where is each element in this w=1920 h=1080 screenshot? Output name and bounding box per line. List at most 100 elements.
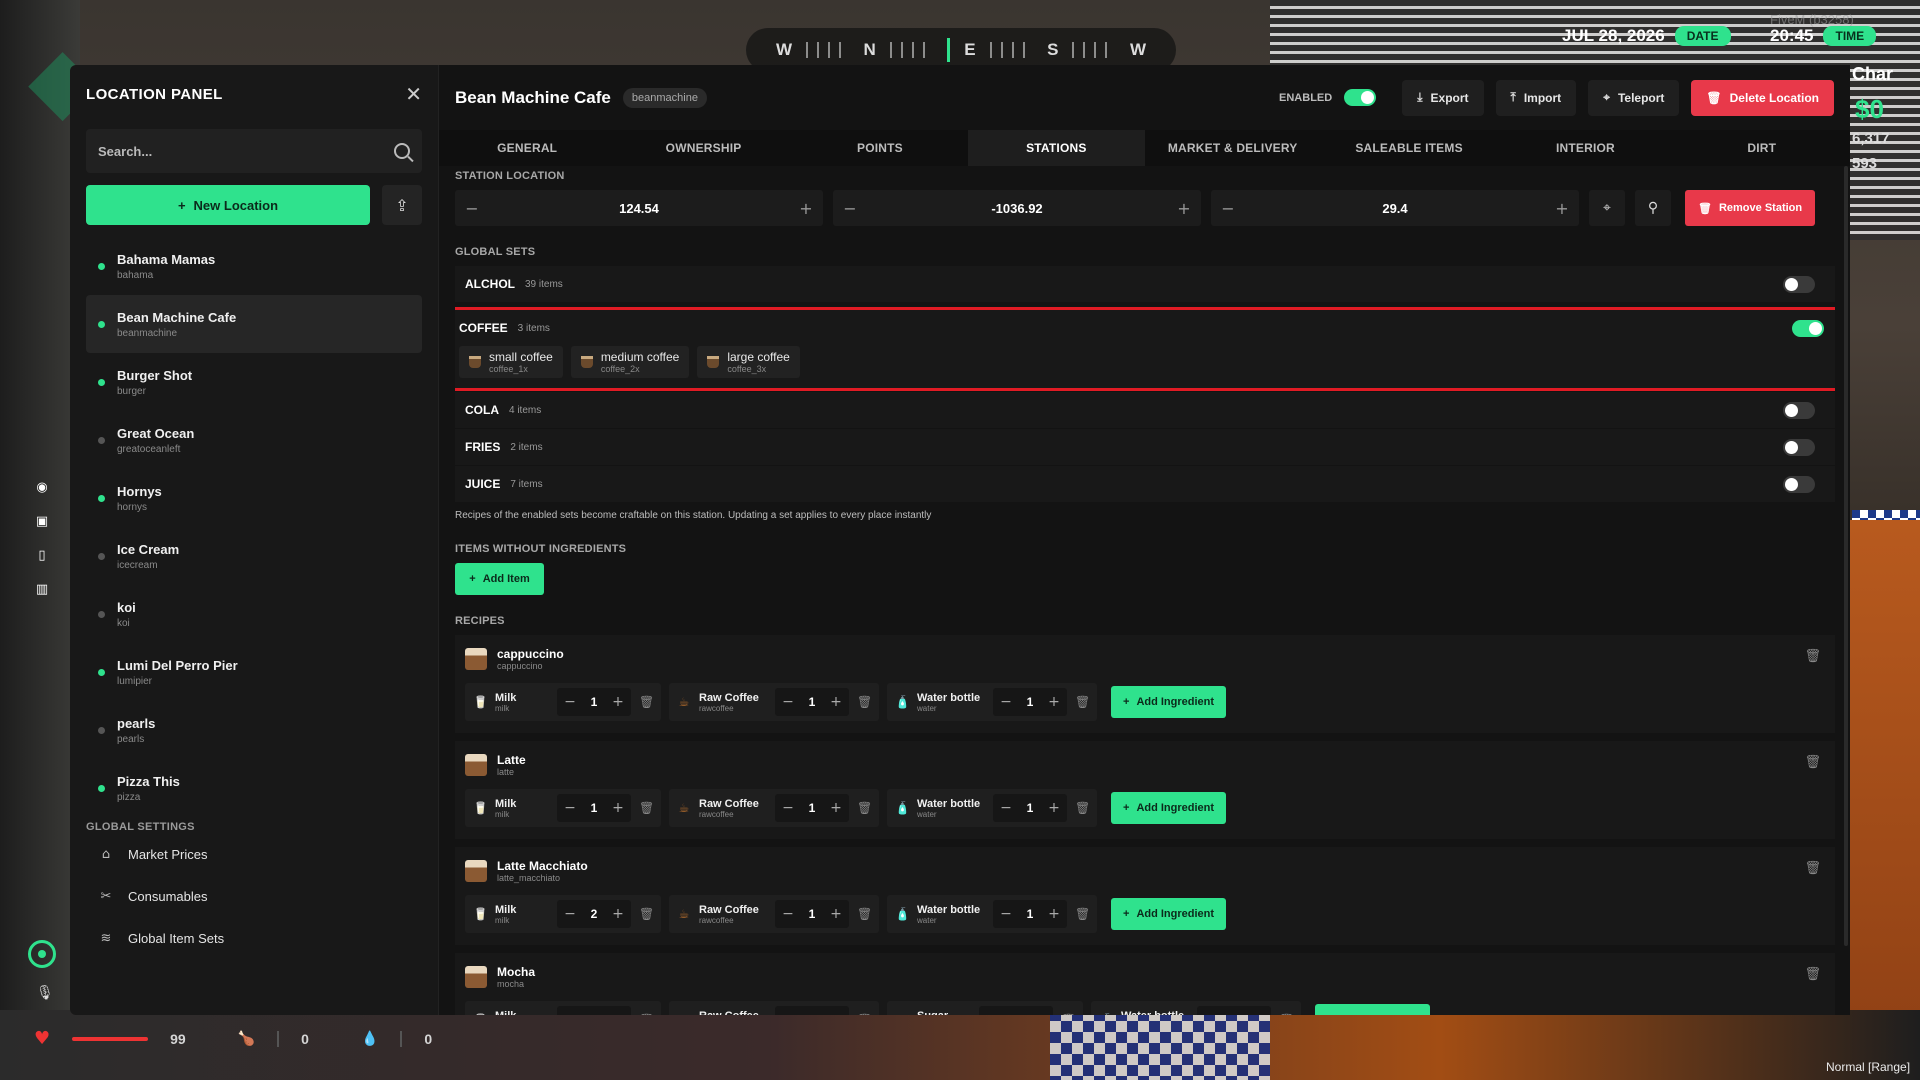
decrement-button[interactable]: − <box>557 906 583 922</box>
z-increment[interactable]: + <box>1545 199 1579 218</box>
trash-icon[interactable]: 🗑 <box>1075 801 1090 815</box>
quantity-value[interactable]: 1 <box>801 801 823 815</box>
decrement-button[interactable]: − <box>775 800 801 816</box>
delete-recipe-icon[interactable]: 🗑 <box>1804 861 1821 876</box>
map-pin-icon[interactable]: ⚲ <box>1635 190 1671 226</box>
decrement-button[interactable]: − <box>557 694 583 710</box>
trash-icon[interactable]: 🗑 <box>639 907 654 921</box>
increment-button[interactable]: + <box>823 1012 849 1015</box>
trash-icon[interactable]: 🗑 <box>639 695 654 709</box>
market-prices-item[interactable]: ⌂ Market Prices <box>86 833 422 875</box>
trash-icon[interactable]: 🗑 <box>1279 1013 1294 1015</box>
quantity-value[interactable]: 1 <box>1019 907 1041 921</box>
enabled-toggle[interactable] <box>1344 89 1377 106</box>
tab-general[interactable]: GENERAL <box>439 130 615 166</box>
location-item[interactable]: Hornys hornys <box>86 469 422 527</box>
search-icon[interactable] <box>394 143 410 159</box>
delete-recipe-icon[interactable]: 🗑 <box>1804 649 1821 664</box>
upload-icon[interactable]: ⇪ <box>382 185 422 225</box>
increment-button[interactable]: + <box>605 1012 631 1015</box>
trash-icon[interactable]: 🗑 <box>857 801 872 815</box>
x-decrement[interactable]: − <box>455 199 489 218</box>
increment-button[interactable]: + <box>1041 906 1067 922</box>
location-item[interactable]: koi koi <box>86 585 422 643</box>
y-value[interactable]: -1036.92 <box>867 201 1167 216</box>
delete-recipe-icon[interactable]: 🗑 <box>1804 967 1821 982</box>
y-decrement[interactable]: − <box>833 199 867 218</box>
trash-icon[interactable]: 🗑 <box>1075 907 1090 921</box>
location-item[interactable]: Pizza This pizza <box>86 759 422 807</box>
tab-stations[interactable]: STATIONS <box>968 130 1145 166</box>
decrement-button[interactable]: − <box>993 694 1019 710</box>
global-item-sets-item[interactable]: ≋ Global Item Sets <box>86 917 422 959</box>
quantity-value[interactable]: 1 <box>583 801 605 815</box>
increment-button[interactable]: + <box>823 800 849 816</box>
decrement-button[interactable]: − <box>1197 1012 1223 1015</box>
decrement-button[interactable]: − <box>979 1012 1005 1015</box>
decrement-button[interactable]: − <box>993 800 1019 816</box>
tab-dirt[interactable]: DIRT <box>1674 130 1850 166</box>
location-item[interactable]: Bahama Mamas bahama <box>86 237 422 295</box>
y-increment[interactable]: + <box>1167 199 1201 218</box>
set-toggle-fries[interactable] <box>1783 438 1815 456</box>
export-button[interactable]: ⤓ Export <box>1402 79 1484 116</box>
add-item-button[interactable]: + Add Item <box>455 563 544 595</box>
delete-location-button[interactable]: 🗑 Delete Location <box>1691 79 1834 116</box>
quantity-value[interactable]: 1 <box>583 1013 605 1015</box>
add-ingredient-button[interactable]: + Add Ingredient <box>1111 792 1227 824</box>
increment-button[interactable]: + <box>1245 1012 1271 1015</box>
teleport-button[interactable]: ⌖ Teleport <box>1588 79 1680 116</box>
location-item[interactable]: Great Ocean greatoceanleft <box>86 411 422 469</box>
increment-button[interactable]: + <box>605 800 631 816</box>
search-input[interactable] <box>98 143 394 159</box>
decrement-button[interactable]: − <box>993 906 1019 922</box>
quantity-value[interactable]: 1 <box>1223 1013 1245 1015</box>
trash-icon[interactable]: 🗑 <box>857 695 872 709</box>
add-ingredient-button[interactable]: + Add Ingredient <box>1315 1004 1431 1015</box>
crosshair-icon[interactable]: ⌖ <box>1589 190 1625 226</box>
x-increment[interactable]: + <box>789 199 823 218</box>
increment-button[interactable]: + <box>1041 694 1067 710</box>
tab-saleable-items[interactable]: SALEABLE ITEMS <box>1321 130 1497 166</box>
import-button[interactable]: ⤒ Import <box>1495 79 1577 116</box>
quantity-value[interactable]: 1 <box>801 907 823 921</box>
trash-icon[interactable]: 🗑 <box>857 1013 872 1015</box>
z-value[interactable]: 29.4 <box>1245 201 1545 216</box>
decrement-button[interactable]: − <box>557 1012 583 1015</box>
quantity-value[interactable]: 1 <box>1005 1013 1027 1015</box>
remove-station-button[interactable]: 🗑 Remove Station <box>1685 190 1816 226</box>
trash-icon[interactable]: 🗑 <box>857 907 872 921</box>
quantity-value[interactable]: 2 <box>583 907 605 921</box>
quantity-value[interactable]: 1 <box>801 695 823 709</box>
location-item[interactable]: Lumi Del Perro Pier lumipier <box>86 643 422 701</box>
quantity-value[interactable]: 1 <box>583 695 605 709</box>
quantity-value[interactable]: 1 <box>801 1013 823 1015</box>
increment-button[interactable]: + <box>1027 1012 1053 1015</box>
increment-button[interactable]: + <box>1041 800 1067 816</box>
add-ingredient-button[interactable]: + Add Ingredient <box>1111 686 1227 718</box>
z-decrement[interactable]: − <box>1211 199 1245 218</box>
new-location-button[interactable]: + New Location <box>86 185 370 225</box>
delete-recipe-icon[interactable]: 🗑 <box>1804 755 1821 770</box>
quantity-value[interactable]: 1 <box>1019 695 1041 709</box>
decrement-button[interactable]: − <box>775 1012 801 1015</box>
tab-market-delivery[interactable]: MARKET & DELIVERY <box>1145 130 1321 166</box>
set-toggle-alchol[interactable] <box>1783 275 1815 293</box>
close-icon[interactable]: ✕ <box>405 82 422 106</box>
increment-button[interactable]: + <box>605 694 631 710</box>
location-item[interactable]: Burger Shot burger <box>86 353 422 411</box>
tab-ownership[interactable]: OWNERSHIP <box>615 130 791 166</box>
set-toggle-coffee[interactable] <box>1792 319 1824 337</box>
decrement-button[interactable]: − <box>775 694 801 710</box>
set-toggle-cola[interactable] <box>1783 401 1815 419</box>
trash-icon[interactable]: 🗑 <box>1061 1013 1076 1015</box>
decrement-button[interactable]: − <box>557 800 583 816</box>
quantity-value[interactable]: 1 <box>1019 801 1041 815</box>
content-scrollbar[interactable] <box>1844 166 1848 946</box>
tab-points[interactable]: POINTS <box>792 130 968 166</box>
location-item[interactable]: Bean Machine Cafe beanmachine <box>86 295 422 353</box>
location-item[interactable]: pearls pearls <box>86 701 422 759</box>
consumables-item[interactable]: ✂ Consumables <box>86 875 422 917</box>
increment-button[interactable]: + <box>605 906 631 922</box>
trash-icon[interactable]: 🗑 <box>1075 695 1090 709</box>
